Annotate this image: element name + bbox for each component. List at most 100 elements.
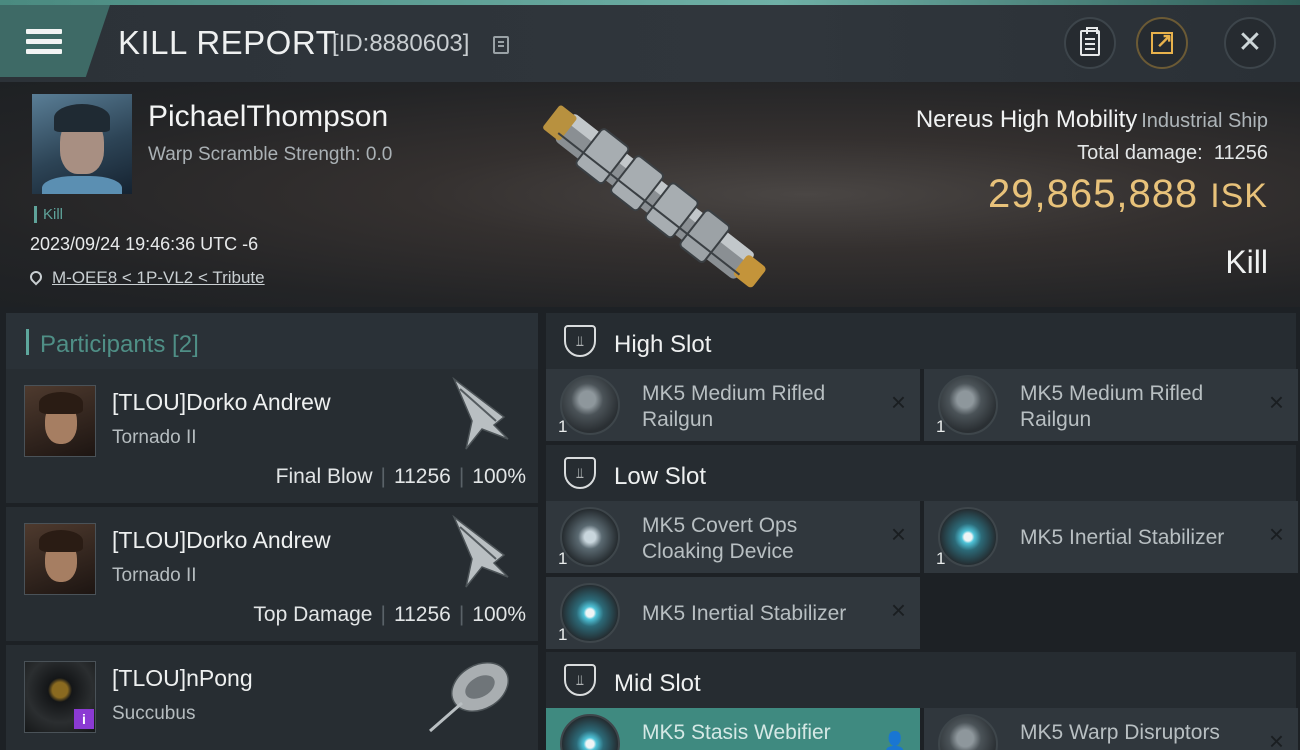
shield-icon: ⫫ <box>564 457 596 489</box>
participants-header: Participants [2] <box>6 313 538 369</box>
module-slot[interactable]: 1 MK5 Covert Ops Cloaking Device × <box>546 501 920 573</box>
location-pin-icon <box>27 268 45 286</box>
isk-amount: 29,865,888 <box>987 172 1199 216</box>
remove-icon[interactable]: × <box>1269 521 1284 547</box>
person-icon: 👤 <box>883 731 906 750</box>
total-damage-label: Total damage: <box>1077 142 1203 164</box>
header-accent-line <box>0 0 1300 5</box>
isk-value: 29,865,888 ISK <box>988 172 1268 217</box>
participant-row[interactable]: [TLOU]Dorko Andrew Tornado II Top Damage… <box>6 507 538 641</box>
inertial-stabilizer-icon <box>560 583 620 643</box>
header-bar: KILL REPORT [ID:8880603] ✕ <box>0 0 1300 82</box>
participant-ship: Tornado II <box>112 565 197 586</box>
ship-name[interactable]: Nereus High Mobility Industrial Ship <box>916 106 1268 134</box>
inertial-stabilizer-icon <box>938 507 998 567</box>
participant-damage: 11256 <box>393 465 451 488</box>
participant-role: Top Damage <box>253 603 373 626</box>
low-slot-header: ⫫ Low Slot <box>546 445 1296 501</box>
module-slot[interactable]: 1 MK5 Stasis Webifier 👤 <box>546 708 920 750</box>
shield-icon: ⫫ <box>564 664 596 696</box>
module-slot[interactable]: 1 MK5 Medium Rifled Railgun × <box>924 369 1298 441</box>
participant-row[interactable]: i [TLOU]nPong Succubus <box>6 645 538 750</box>
close-button[interactable]: ✕ <box>1224 17 1276 69</box>
participant-damage: 11256 <box>393 603 451 626</box>
participant-stats: Top Damage | 11256 | 100% <box>253 603 526 626</box>
module-name: MK5 Medium Rifled Railgun <box>1020 382 1204 431</box>
module-slot[interactable]: 1 MK5 Warp Disruptors × <box>924 708 1298 750</box>
remove-icon[interactable]: × <box>891 389 906 415</box>
location-text[interactable]: M-OEE8 < 1P-VL2 < Tribute <box>52 268 265 287</box>
participant-row[interactable]: [TLOU]Dorko Andrew Tornado II Final Blow… <box>6 369 538 503</box>
victim-banner: PichaelThompson Warp Scramble Strength: … <box>0 82 1300 307</box>
railgun-icon <box>938 375 998 435</box>
remove-icon[interactable]: × <box>1269 728 1284 750</box>
module-quantity: 1 <box>558 549 568 568</box>
location-link[interactable]: M-OEE8 < 1P-VL2 < Tribute <box>27 268 265 288</box>
warp-disruptor-icon <box>938 714 998 750</box>
module-name: MK5 Inertial Stabilizer <box>642 602 847 625</box>
railgun-icon <box>560 375 620 435</box>
page-title: KILL REPORT <box>118 24 337 61</box>
module-quantity: 1 <box>558 417 568 436</box>
avatar <box>24 385 96 457</box>
remove-icon[interactable]: × <box>1269 389 1284 415</box>
high-slot-header: ⫫ High Slot <box>546 313 1296 369</box>
participant-name: [TLOU]Dorko Andrew <box>112 389 331 415</box>
close-icon: ✕ <box>1237 26 1263 59</box>
module-name: MK5 Warp Disruptors <box>1020 721 1220 744</box>
participants-title: Participants [2] <box>40 331 199 358</box>
victim-avatar[interactable] <box>32 94 132 194</box>
participant-name: [TLOU]nPong <box>112 665 253 691</box>
participant-ship-icon <box>452 515 509 588</box>
mid-slot-label: Mid Slot <box>614 670 701 697</box>
participant-name: [TLOU]Dorko Andrew <box>112 527 331 553</box>
participant-percent: 100% <box>472 465 526 488</box>
module-name: MK5 Inertial Stabilizer <box>1020 526 1225 549</box>
participant-ship: Tornado II <box>112 427 197 448</box>
victim-name[interactable]: PichaelThompson <box>148 100 388 134</box>
module-slot[interactable]: 1 MK5 Inertial Stabilizer × <box>546 577 920 649</box>
module-slot[interactable]: 1 MK5 Medium Rifled Railgun × <box>546 369 920 441</box>
low-slot-label: Low Slot <box>614 463 707 490</box>
module-name: MK5 Medium Rifled Railgun <box>642 382 826 431</box>
participant-ship-icon <box>429 662 509 733</box>
high-slot-label: High Slot <box>614 331 712 358</box>
ship-class: Industrial Ship <box>1141 110 1268 132</box>
module-slot[interactable]: 1 MK5 Inertial Stabilizer × <box>924 501 1298 573</box>
cloaking-device-icon <box>560 507 620 567</box>
module-quantity: 1 <box>936 417 946 436</box>
module-quantity: 1 <box>558 625 568 644</box>
remove-icon[interactable]: × <box>891 597 906 623</box>
copy-icon[interactable] <box>493 36 509 54</box>
avatar <box>24 523 96 595</box>
module-quantity: 1 <box>936 549 946 568</box>
shield-icon: ⫫ <box>564 325 596 357</box>
total-damage: Total damage: 11256 <box>1077 142 1268 165</box>
participant-ship: Succubus <box>112 703 196 724</box>
module-name: MK5 Covert Ops Cloaking Device <box>642 514 798 563</box>
clipboard-button[interactable] <box>1064 17 1116 69</box>
mid-slot-header: ⫫ Mid Slot <box>546 652 1296 708</box>
hamburger-icon <box>26 24 62 59</box>
info-badge: i <box>74 709 94 729</box>
isk-unit: ISK <box>1210 177 1268 215</box>
result-label: Kill <box>1225 244 1268 280</box>
participant-stats: Final Blow | 11256 | 100% <box>275 465 526 488</box>
remove-icon[interactable]: × <box>891 521 906 547</box>
share-icon <box>1151 28 1173 54</box>
menu-button[interactable] <box>0 5 110 77</box>
participant-percent: 100% <box>472 603 526 626</box>
stasis-webifier-icon <box>560 714 620 750</box>
kill-timestamp: 2023/09/24 19:46:36 UTC -6 <box>30 234 259 254</box>
fitting-panel: ⫫ High Slot 1 MK5 Medium Rifled Railgun … <box>542 307 1300 750</box>
warp-scramble-strength: Warp Scramble Strength: 0.0 <box>148 144 393 165</box>
clipboard-icon <box>1080 27 1100 56</box>
ship-type-name: Nereus High Mobility <box>915 106 1138 133</box>
share-button[interactable] <box>1136 17 1188 69</box>
victim-ship-image[interactable] <box>520 88 790 303</box>
participant-ship-icon <box>452 377 509 450</box>
participant-role: Final Blow <box>275 465 373 488</box>
participants-panel: Participants [2] [TLOU]Dorko Andrew Torn… <box>0 307 542 750</box>
total-damage-value: 11256 <box>1213 142 1268 164</box>
module-name: MK5 Stasis Webifier <box>642 721 831 744</box>
